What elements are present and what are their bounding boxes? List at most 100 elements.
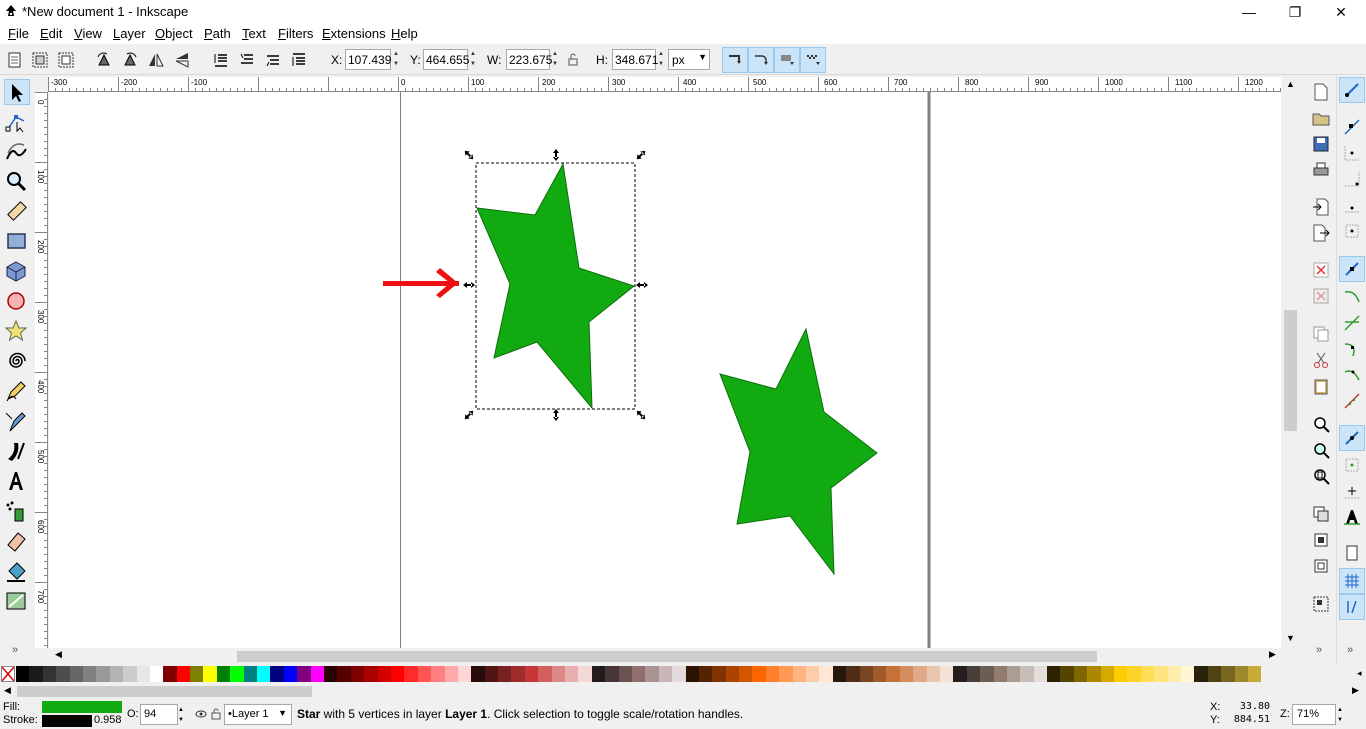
menu-extensions[interactable]: Extensions — [322, 24, 386, 44]
menu-filters[interactable]: Filters — [278, 24, 313, 44]
layer-lock-icon[interactable] — [211, 707, 221, 720]
color-swatch[interactable] — [29, 666, 43, 682]
spray-tool[interactable] — [4, 499, 30, 525]
color-swatch[interactable] — [1167, 666, 1181, 682]
scale-radii-toggle[interactable] — [748, 47, 774, 73]
snap-others-toggle[interactable] — [1339, 425, 1365, 451]
color-swatch[interactable] — [1207, 666, 1222, 682]
color-swatch[interactable] — [270, 666, 284, 682]
palette-scroll-thumb[interactable] — [17, 686, 312, 697]
color-swatch[interactable] — [792, 666, 807, 682]
scroll-left-icon[interactable]: ◀ — [55, 649, 62, 660]
opacity-field[interactable]: 94 — [140, 704, 178, 725]
color-swatch[interactable] — [216, 666, 231, 682]
snap-rotation-centers-icon[interactable] — [1343, 482, 1361, 500]
color-swatch[interactable] — [698, 666, 713, 682]
3d-box-tool[interactable] — [4, 259, 30, 285]
color-swatch[interactable] — [1154, 666, 1168, 682]
color-swatch[interactable] — [431, 666, 445, 682]
no-paint-swatch[interactable] — [1, 666, 15, 682]
color-swatch[interactable] — [190, 666, 204, 682]
menu-file[interactable]: File — [8, 24, 29, 44]
snap-bbox-icon[interactable] — [1343, 118, 1361, 136]
color-swatch[interactable] — [591, 666, 606, 682]
stroke-color-indicator[interactable] — [42, 715, 92, 727]
menu-help[interactable]: Help — [391, 24, 418, 44]
snap-overflow-icon[interactable]: » — [1347, 644, 1353, 656]
height-field[interactable]: 348.671 — [612, 49, 658, 70]
color-swatch[interactable] — [565, 666, 579, 682]
vertical-scrollbar[interactable]: ▲ ▼ — [1281, 77, 1299, 648]
star-tool[interactable] — [4, 319, 30, 345]
color-swatch[interactable] — [283, 666, 298, 682]
handle-right[interactable] — [636, 282, 648, 288]
paste-icon[interactable] — [1312, 377, 1330, 395]
color-swatch[interactable] — [725, 666, 740, 682]
calligraphy-tool[interactable] — [4, 439, 30, 465]
paint-bucket-tool[interactable] — [4, 559, 30, 585]
toolbox-overflow-icon[interactable]: » — [12, 644, 18, 656]
color-swatch[interactable] — [980, 666, 994, 682]
color-swatch[interactable] — [1140, 666, 1155, 682]
flip-horizontal-icon[interactable] — [147, 51, 165, 69]
color-swatch[interactable] — [1100, 666, 1115, 682]
ellipse-tool[interactable] — [4, 289, 30, 315]
snap-object-centers-icon[interactable] — [1343, 456, 1361, 474]
menu-edit[interactable]: Edit — [40, 24, 62, 44]
color-swatch[interactable] — [243, 666, 258, 682]
opacity-stepper[interactable]: ▲ ▼ — [178, 705, 184, 725]
palette-menu-icon[interactable]: ◂ — [1357, 668, 1362, 679]
menu-path[interactable]: Path — [204, 24, 231, 44]
color-swatch[interactable] — [42, 666, 57, 682]
horizontal-scrollbar[interactable]: ◀ ▶ — [49, 648, 1281, 664]
lower-to-bottom-icon[interactable] — [212, 51, 230, 69]
color-swatch[interactable] — [939, 666, 954, 682]
rectangle-tool[interactable] — [4, 229, 30, 255]
color-swatch[interactable] — [82, 666, 97, 682]
color-swatch[interactable] — [203, 666, 217, 682]
select-all-layers-icon[interactable] — [31, 51, 49, 69]
commands-overflow-icon[interactable]: » — [1316, 644, 1322, 656]
y-stepper[interactable]: ▲ ▼ — [468, 49, 478, 70]
snap-nodes-toggle[interactable] — [1339, 256, 1365, 282]
color-swatch[interactable] — [377, 666, 391, 682]
vertical-scroll-thumb[interactable] — [1284, 310, 1297, 431]
color-swatch[interactable] — [739, 666, 753, 682]
color-swatch[interactable] — [457, 666, 472, 682]
color-swatch[interactable] — [109, 666, 124, 682]
color-swatch[interactable] — [779, 666, 793, 682]
handle-bottom-right[interactable] — [635, 409, 648, 422]
color-swatch[interactable] — [1221, 666, 1235, 682]
lock-icon[interactable] — [566, 51, 580, 69]
snap-page-border-icon[interactable] — [1343, 544, 1361, 562]
move-patterns-toggle[interactable] — [800, 47, 826, 73]
snap-cusp-nodes-icon[interactable] — [1343, 340, 1361, 358]
unlink-clone-icon[interactable] — [1312, 557, 1330, 575]
color-swatch[interactable] — [1060, 666, 1074, 682]
color-swatch[interactable] — [578, 666, 592, 682]
spiral-tool[interactable] — [4, 349, 30, 375]
x-stepper[interactable]: ▲ ▼ — [391, 49, 401, 70]
scroll-up-icon[interactable]: ▲ — [1286, 79, 1295, 89]
handle-top-right[interactable] — [635, 149, 648, 162]
duplicate-icon[interactable] — [1312, 505, 1330, 523]
color-swatch[interactable] — [1087, 666, 1101, 682]
horizontal-scroll-thumb[interactable] — [237, 651, 1097, 662]
color-swatch[interactable] — [913, 666, 927, 682]
menu-object[interactable]: Object — [155, 24, 193, 44]
handle-bottom-left[interactable] — [463, 409, 476, 422]
minimize-button[interactable]: — — [1226, 0, 1272, 24]
cut-icon[interactable] — [1312, 351, 1330, 369]
color-swatch[interactable] — [658, 666, 673, 682]
handle-bottom[interactable] — [553, 409, 559, 421]
color-swatch[interactable] — [417, 666, 432, 682]
color-swatch[interactable] — [1180, 666, 1195, 682]
color-swatch[interactable] — [350, 666, 365, 682]
color-swatch[interactable] — [498, 666, 512, 682]
color-swatch[interactable] — [1194, 666, 1208, 682]
color-swatch[interactable] — [1047, 666, 1061, 682]
height-stepper[interactable]: ▲ ▼ — [656, 49, 666, 70]
color-swatch[interactable] — [56, 666, 70, 682]
unit-select[interactable]: px ▼ — [668, 49, 710, 70]
color-swatch[interactable] — [765, 666, 780, 682]
